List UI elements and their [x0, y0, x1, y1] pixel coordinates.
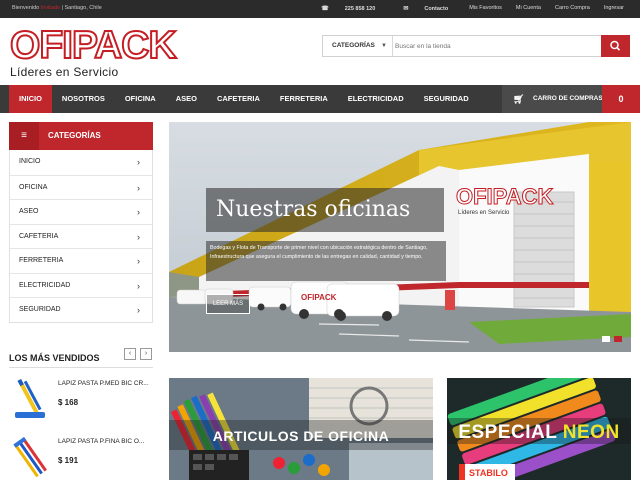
contact-link[interactable]: ✉ Contacto: [389, 5, 462, 12]
category-item-oficina[interactable]: OFICINA ›: [10, 174, 152, 200]
chevron-right-icon: ›: [137, 305, 140, 315]
chevron-right-icon: ›: [137, 157, 140, 167]
welcome-prefix: Bienvenido: [12, 5, 40, 11]
categories-header[interactable]: ≡ CATEGORÍAS: [9, 122, 153, 150]
category-label: INICIO: [19, 158, 41, 165]
neon-banner[interactable]: STABILO ESPECIAL NEON: [447, 378, 631, 480]
top-bar: Bienvenido Invitado | Santiago, Chile ☎ 2…: [0, 0, 640, 18]
nav-electricidad[interactable]: ELECTRICIDAD: [338, 85, 414, 113]
prev-arrow-button[interactable]: ‹: [124, 348, 136, 360]
main-nav: INICIO NOSOTROS OFICINA ASEO CAFETERIA F…: [0, 85, 640, 113]
office-supplies-banner[interactable]: ARTICULOS DE OFICINA: [169, 378, 433, 480]
search-button[interactable]: [601, 35, 630, 57]
nav-cafeteria[interactable]: CAFETERIA: [207, 85, 270, 113]
phone-icon: ☎: [321, 6, 329, 12]
nav-ferreteria[interactable]: FERRETERIA: [270, 85, 338, 113]
category-item-aseo[interactable]: ASEO ›: [10, 199, 152, 224]
divider: [9, 367, 153, 368]
product-image[interactable]: [9, 375, 51, 421]
chevron-right-icon: ›: [137, 207, 140, 217]
nav-aseo[interactable]: ASEO: [166, 85, 207, 113]
van-logo: OFIPACK: [301, 293, 337, 302]
phone-number: 225 858 120: [344, 6, 376, 12]
nav-items: INICIO NOSOTROS OFICINA ASEO CAFETERIA F…: [9, 85, 479, 113]
guest-link[interactable]: Invitado: [41, 5, 60, 11]
cart-link[interactable]: Carro Compra: [548, 5, 597, 12]
chevron-right-icon: ›: [137, 280, 140, 291]
mail-icon: ✉: [403, 6, 409, 12]
cart-icon: 🛒︎: [513, 94, 525, 104]
caret-down-icon: ▼: [381, 43, 387, 49]
product-price: $ 191: [58, 456, 79, 465]
office-banner-title: ARTICULOS DE OFICINA: [212, 428, 390, 444]
nav-nosotros[interactable]: NOSOTROS: [52, 85, 115, 113]
search-bar: CATEGORÍAS ▼: [322, 35, 630, 57]
chevron-right-icon: ›: [137, 256, 140, 266]
nav-oficina[interactable]: OFICINA: [115, 85, 166, 113]
category-select[interactable]: CATEGORÍAS ▼: [323, 36, 393, 56]
category-item-ferreteria[interactable]: FERRETERIA ›: [10, 248, 152, 273]
nav-inicio[interactable]: INICIO: [9, 85, 52, 113]
category-select-label: CATEGORÍAS: [332, 42, 375, 49]
chevron-left-icon: ‹: [128, 350, 132, 357]
hero-slider[interactable]: OFIPACK Líderes en Servicio OFIPACK Nues…: [169, 122, 631, 352]
location-text: | Santiago, Chile: [61, 5, 102, 11]
cart-count-badge[interactable]: 0: [602, 85, 640, 113]
welcome-text: Bienvenido Invitado | Santiago, Chile: [12, 5, 102, 11]
neon-banner-highlight: NEON: [562, 422, 620, 443]
product-price: $ 168: [58, 398, 79, 407]
product-name[interactable]: LAPIZ PASTA P.MED BIC CR...: [58, 380, 149, 387]
category-item-cafeteria[interactable]: CAFETERIA ›: [10, 223, 152, 249]
logo-wordmark: OFIPACK: [9, 24, 178, 67]
chevron-right-icon: ›: [144, 350, 148, 357]
cart-button[interactable]: 🛒︎ CARRO DE COMPRAS: [502, 85, 603, 113]
login-link[interactable]: Ingresar: [597, 5, 631, 12]
warehouse-photo: OFIPACK Líderes en Servicio OFIPACK: [169, 122, 631, 352]
category-label: ASEO: [19, 208, 39, 215]
building-sign: OFIPACK: [456, 184, 553, 209]
product-card[interactable]: LAPIZ PASTA P.MED BIC CR... $ 168: [9, 375, 159, 425]
search-icon: [610, 40, 621, 51]
category-label: ELECTRICIDAD: [19, 281, 71, 289]
category-label: OFICINA: [19, 183, 48, 191]
bestsellers-title: LOS MÁS VENDIDOS: [9, 353, 100, 363]
category-item-seguridad[interactable]: SEGURIDAD ›: [10, 297, 152, 322]
category-item-inicio[interactable]: INICIO ›: [10, 150, 152, 175]
category-label: FERRETERIA: [19, 257, 64, 264]
top-links: ☎ 225 858 120 ✉ Contacto Mis Favoritos Mi …: [307, 5, 631, 12]
categories-list: INICIO › OFICINA › ASEO › CAFETERIA › FERRET…: [9, 150, 153, 323]
slider-dot-2[interactable]: [614, 336, 622, 342]
building-tagline: Líderes en Servicio: [458, 210, 510, 216]
search-input[interactable]: [395, 39, 595, 53]
slider-dot-1[interactable]: [602, 336, 610, 342]
hero-title: Nuestras oficinas: [216, 197, 411, 222]
product-name[interactable]: LAPIZ PASTA P.FINA BIC O...: [58, 438, 144, 445]
contact-label: Contacto: [424, 6, 449, 12]
logo-tagline: Líderes en Servicio: [10, 65, 119, 79]
product-image[interactable]: [9, 433, 51, 479]
stabilo-logo: STABILO: [469, 468, 508, 478]
product-card[interactable]: LAPIZ PASTA P.FINA BIC O... $ 191: [9, 433, 159, 480]
cart-label: CARRO DE COMPRAS: [533, 95, 603, 102]
nav-seguridad[interactable]: SEGURIDAD: [414, 85, 479, 113]
categories-sidebar: ≡ CATEGORÍAS INICIO › OFICINA › ASEO › CAFE…: [9, 122, 153, 323]
next-arrow-button[interactable]: ›: [140, 348, 152, 360]
neon-banner-title: ESPECIAL NEON: [447, 422, 631, 444]
neon-banner-prefix: ESPECIAL: [458, 422, 563, 443]
phone-link[interactable]: ☎ 225 858 120: [307, 5, 389, 12]
category-label: SEGURIDAD: [19, 306, 61, 313]
categories-title: CATEGORÍAS: [48, 131, 101, 140]
chevron-right-icon: ›: [137, 182, 140, 193]
menu-icon: ≡: [9, 122, 39, 150]
hero-description: Bodegas y Flota de Transporte de primer …: [210, 245, 428, 260]
read-more-button[interactable]: LEER MÁS: [206, 294, 250, 314]
account-link[interactable]: Mi Cuenta: [509, 5, 548, 12]
favorites-link[interactable]: Mis Favoritos: [462, 5, 509, 12]
category-item-electricidad[interactable]: ELECTRICIDAD ›: [10, 272, 152, 298]
category-label: CAFETERIA: [19, 232, 59, 240]
ofipack-logo[interactable]: OFIPACK Líderes en Servicio: [9, 25, 178, 81]
chevron-right-icon: ›: [137, 231, 140, 242]
